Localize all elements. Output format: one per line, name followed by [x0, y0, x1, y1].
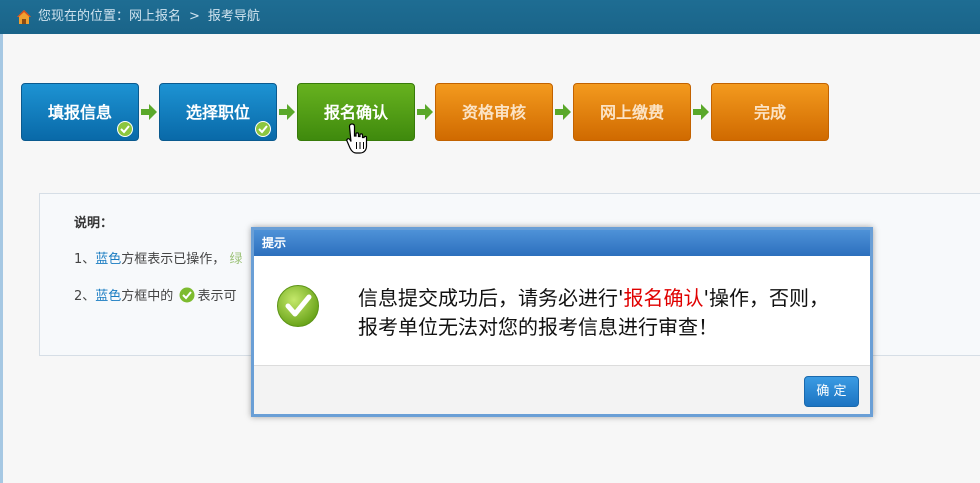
done-check-icon [255, 121, 271, 137]
breadcrumb-current: 报考导航 [207, 9, 260, 24]
step-qualification-review[interactable]: 资格审核 [435, 83, 553, 141]
breadcrumb: 您现在的位置：网上报名 > 报考导航 [38, 0, 260, 34]
breadcrumb-bar: 您现在的位置：网上报名 > 报考导航 [0, 0, 980, 34]
arrow-right-icon [417, 104, 433, 120]
dialog-footer: 确 定 [254, 365, 870, 414]
instruction-line-2: 2、蓝色方框中的 表示可 [74, 285, 236, 304]
line-text: 方框中的 [121, 289, 174, 304]
dialog-title: 提示 [254, 230, 870, 256]
alert-dialog: 提示 信息提交成功后，请务必进行'报名确认'操作，否则，报考单位无法对您的报考信… [251, 227, 873, 417]
blue-keyword: 蓝色 [95, 252, 122, 267]
line-tail: 绿 [229, 252, 243, 267]
dialog-message: 信息提交成功后，请务必进行'报名确认'操作，否则，报考单位无法对您的报考信息进行… [358, 284, 838, 342]
step-label: 完成 [753, 103, 786, 122]
step-label: 报名确认 [323, 103, 388, 122]
step-label: 网上缴费 [599, 103, 664, 122]
step-label: 填报信息 [47, 103, 112, 122]
hand-cursor-icon [346, 123, 368, 154]
dialog-body: 信息提交成功后，请务必进行'报名确认'操作，否则，报考单位无法对您的报考信息进行… [254, 256, 870, 366]
arrow-right-icon [555, 104, 571, 120]
step-fill-info[interactable]: 填报信息 [21, 83, 139, 141]
step-label: 资格审核 [461, 103, 526, 122]
message-highlight: 报名确认 [623, 286, 704, 310]
home-icon [17, 10, 31, 24]
success-check-icon [277, 285, 319, 327]
step-complete[interactable]: 完成 [711, 83, 829, 141]
step-label: 选择职位 [185, 103, 250, 122]
left-edge-border [0, 0, 3, 483]
arrow-right-icon [693, 104, 709, 120]
instructions-title: 说明： [74, 216, 114, 231]
breadcrumb-separator: > [189, 9, 200, 24]
instruction-line-1: 1、蓝色方框表示已操作， 绿 [74, 248, 242, 267]
step-select-position[interactable]: 选择职位 [159, 83, 277, 141]
line-number: 2、 [74, 289, 96, 304]
line-tail: 表示可 [197, 289, 237, 304]
line-number: 1、 [74, 252, 96, 267]
line-text: 方框表示已操作， [121, 252, 226, 267]
message-part-1: 信息提交成功后，请务必进行' [358, 286, 624, 310]
blue-keyword: 蓝色 [95, 289, 122, 304]
step-online-payment[interactable]: 网上缴费 [573, 83, 691, 141]
breadcrumb-prefix: 您现在的位置：网上报名 [38, 9, 182, 24]
arrow-right-icon [279, 104, 295, 120]
arrow-right-icon [141, 104, 157, 120]
ok-button[interactable]: 确 定 [804, 376, 859, 407]
check-circle-icon [179, 287, 195, 303]
done-check-icon [117, 121, 133, 137]
